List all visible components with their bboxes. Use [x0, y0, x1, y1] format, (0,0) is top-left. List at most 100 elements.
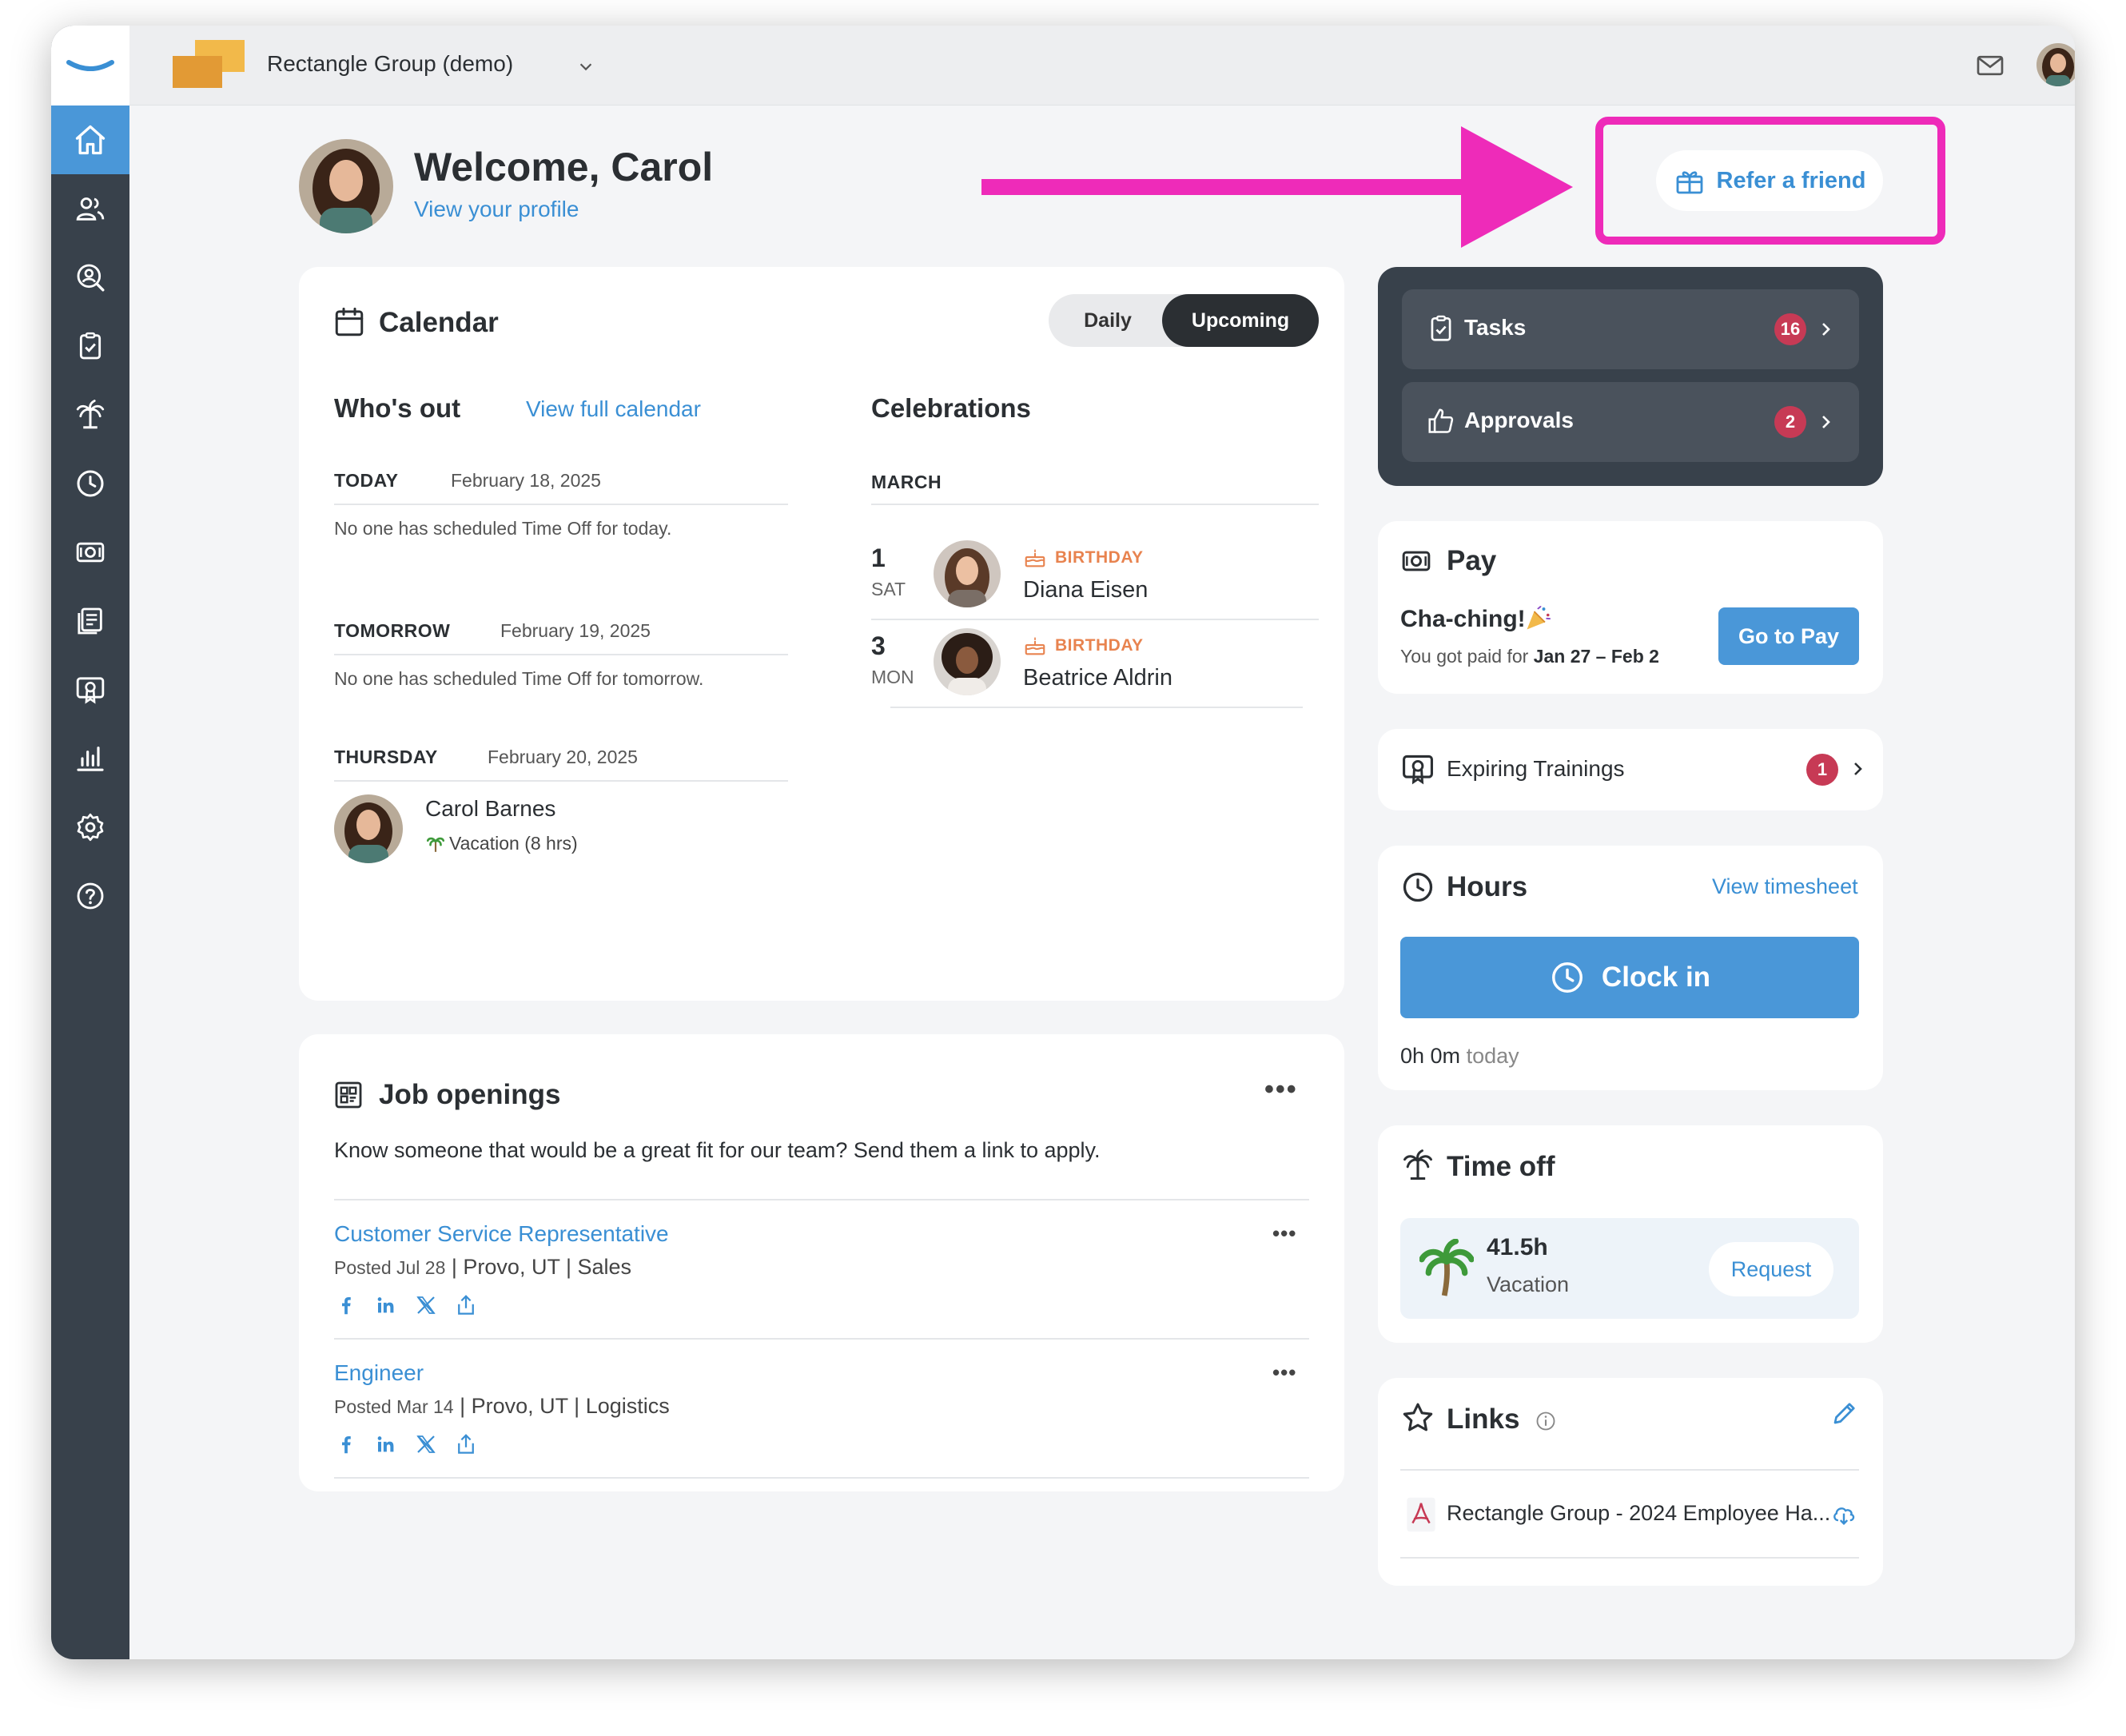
welcome-title: Welcome, Carol — [414, 145, 714, 189]
vacation-balance: 41.5h — [1487, 1234, 1548, 1260]
party-popper-icon — [1527, 605, 1551, 630]
x-twitter-icon[interactable] — [414, 1293, 438, 1317]
pay-subtitle: You got paid for Jan 27 – Feb 2 — [1400, 646, 1659, 667]
sidebar-item-analytics[interactable] — [51, 724, 129, 793]
sidebar-item-people[interactable] — [51, 174, 129, 243]
help-icon — [77, 882, 104, 910]
chevron-right-icon — [1822, 416, 1830, 428]
view-timesheet-link[interactable]: View timesheet — [1712, 874, 1858, 899]
celebration-name[interactable]: Beatrice Aldrin — [1023, 665, 1172, 691]
trainings-count-badge: 1 — [1806, 754, 1838, 786]
chevron-right-icon — [1854, 762, 1862, 775]
go-to-pay-button[interactable]: Go to Pay — [1718, 607, 1859, 665]
chevron-right-icon — [1822, 323, 1830, 336]
job-openings-intro: Know someone that would be a great fit f… — [334, 1138, 1101, 1162]
annotation-arrow-icon — [981, 126, 1573, 248]
sidebar-item-training[interactable] — [51, 655, 129, 724]
profile-avatar[interactable] — [299, 139, 393, 233]
sidebar-item-time[interactable] — [51, 449, 129, 518]
sidebar-item-reports[interactable] — [51, 587, 129, 655]
sidebar-item-help[interactable] — [51, 862, 129, 930]
timeoff-person-name[interactable]: Carol Barnes — [425, 796, 555, 822]
celebration-name[interactable]: Diana Eisen — [1023, 577, 1148, 603]
mail-icon[interactable] — [1974, 50, 2006, 82]
today-note: No one has scheduled Time Off for today. — [334, 518, 672, 539]
facebook-icon[interactable] — [334, 1432, 358, 1456]
share-icon[interactable] — [454, 1432, 478, 1456]
hours-total: 0h 0m today — [1400, 1044, 1519, 1068]
daily-toggle[interactable]: Daily — [1052, 297, 1164, 344]
link-item[interactable]: Rectangle Group - 2024 Employee Ha... — [1400, 1490, 1859, 1538]
pay-card: Pay Cha-ching! You got paid for Jan 27 –… — [1378, 521, 1883, 694]
expiring-trainings-card[interactable]: Expiring Trainings 1 — [1378, 729, 1883, 810]
day-label-today: TODAY — [334, 470, 399, 491]
search-person-icon — [77, 264, 105, 292]
whos-out-title: Who's out — [334, 393, 461, 423]
job-more-button[interactable]: ••• — [1272, 1360, 1296, 1385]
certificate-icon — [76, 677, 105, 704]
clock-icon — [77, 470, 104, 497]
clock-in-label: Clock in — [1601, 962, 1711, 993]
hours-title: Hours — [1447, 871, 1528, 902]
calendar-icon — [335, 307, 364, 336]
chevron-down-icon[interactable] — [577, 58, 595, 75]
palm-tree-color-icon — [1419, 1239, 1474, 1296]
sidebar-item-home[interactable] — [51, 106, 129, 174]
day-label-thursday: THURSDAY — [334, 747, 438, 767]
job-title-link[interactable]: Customer Service Representative — [334, 1221, 669, 1247]
tasks-tile[interactable]: Tasks 16 — [1402, 289, 1859, 369]
birthday-cake-icon — [1025, 637, 1045, 655]
view-profile-link[interactable]: View your profile — [414, 197, 579, 222]
upcoming-toggle[interactable]: Upcoming — [1162, 294, 1319, 347]
x-twitter-icon[interactable] — [414, 1432, 438, 1456]
palm-tree-small-icon — [426, 837, 445, 852]
approvals-tile[interactable]: Approvals 2 — [1402, 382, 1859, 462]
day-date-today: February 18, 2025 — [451, 470, 601, 491]
request-timeoff-button[interactable]: Request — [1709, 1242, 1833, 1296]
timeoff-person-detail: Vacation (8 hrs) — [449, 833, 578, 854]
view-full-calendar-link[interactable]: View full calendar — [526, 396, 701, 422]
linkedin-icon[interactable] — [374, 1293, 398, 1317]
carol-barnes-avatar[interactable] — [334, 794, 403, 863]
user-avatar[interactable] — [2036, 43, 2075, 86]
sidebar-item-tasks[interactable] — [51, 312, 129, 380]
job-title-link[interactable]: Engineer — [334, 1360, 424, 1386]
job-openings-more-button[interactable]: ••• — [1264, 1074, 1298, 1105]
app-logo[interactable] — [51, 26, 129, 106]
sidebar-item-settings[interactable] — [51, 793, 129, 862]
home-icon — [75, 125, 106, 155]
logo-smile-icon — [66, 60, 114, 71]
celebrations-month: MARCH — [871, 472, 942, 492]
sidebar-item-pay[interactable] — [51, 518, 129, 587]
diana-eisen-avatar[interactable] — [934, 540, 1001, 607]
day-date-thursday: February 20, 2025 — [488, 747, 638, 767]
top-bar: Rectangle Group (demo) — [129, 26, 2075, 106]
facebook-icon[interactable] — [334, 1293, 358, 1317]
refer-a-friend-button[interactable]: Refer a friend — [1656, 150, 1883, 211]
app-window: Rectangle Group (demo) Welcome, Carol Vi… — [51, 26, 2075, 1659]
job-openings-title: Job openings — [379, 1079, 561, 1110]
expiring-trainings-label: Expiring Trainings — [1447, 756, 1625, 781]
job-share-icons — [334, 1293, 494, 1317]
calendar-card: Calendar Daily Upcoming Who's out View f… — [299, 267, 1344, 1001]
cloud-download-icon[interactable] — [1830, 1501, 1857, 1528]
sidebar-item-timeoff[interactable] — [51, 380, 129, 449]
share-icon[interactable] — [454, 1293, 478, 1317]
linkedin-icon[interactable] — [374, 1432, 398, 1456]
links-title: Links — [1447, 1404, 1520, 1435]
company-name[interactable]: Rectangle Group (demo) — [267, 51, 513, 77]
sidebar-item-hiring[interactable] — [51, 243, 129, 312]
edit-pencil-icon[interactable] — [1830, 1399, 1859, 1427]
clipboard-check-icon — [79, 332, 102, 360]
day-date-tomorrow: February 19, 2025 — [500, 620, 651, 641]
clock-in-button[interactable]: Clock in — [1400, 937, 1859, 1018]
beatrice-aldrin-avatar[interactable] — [934, 628, 1001, 695]
thumbs-up-icon — [1428, 408, 1454, 433]
info-icon[interactable] — [1535, 1410, 1557, 1432]
money-icon — [76, 542, 105, 563]
job-more-button[interactable]: ••• — [1272, 1221, 1296, 1246]
bar-chart-icon — [77, 747, 104, 771]
people-icon — [76, 197, 105, 221]
company-logo — [173, 40, 246, 88]
documents-icon — [78, 607, 102, 635]
